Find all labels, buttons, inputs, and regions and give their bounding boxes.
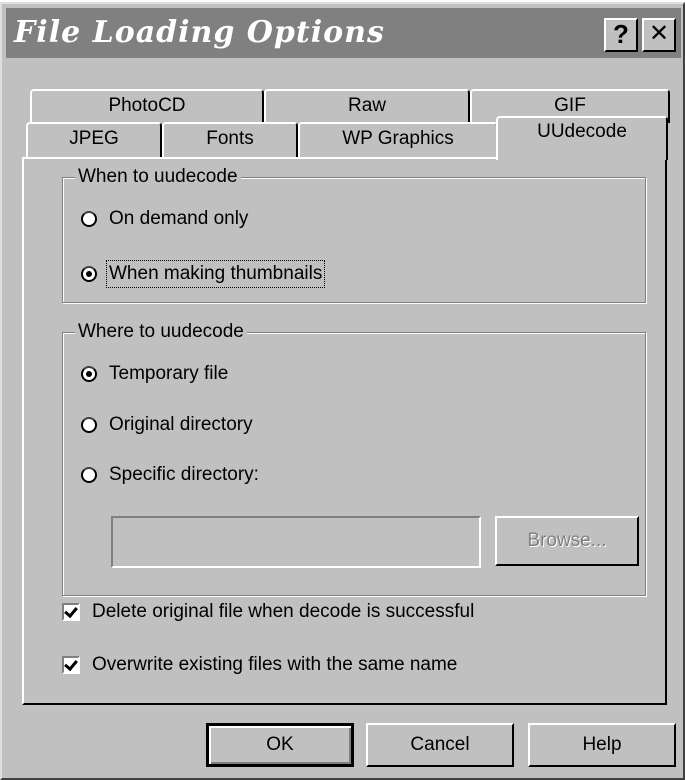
radio-on-demand[interactable]: On demand only — [81, 208, 248, 230]
radio-circle — [81, 366, 97, 382]
tab-panel: When to uudecode On demand only When mak… — [22, 157, 667, 705]
radio-when-making-thumbnails[interactable]: When making thumbnails — [81, 260, 326, 288]
tab-label: GIF — [554, 95, 586, 116]
checkbox-label: Overwrite existing files with the same n… — [92, 654, 458, 675]
radio-label: When making thumbnails — [105, 260, 326, 288]
directory-path-input[interactable] — [111, 516, 481, 568]
tab-wp-graphics[interactable]: WP Graphics — [298, 122, 498, 158]
radio-circle — [81, 467, 97, 483]
checkbox-delete-original[interactable]: Delete original file when decode is succ… — [62, 601, 474, 623]
window-title: File Loading Options — [14, 15, 385, 50]
radio-circle — [81, 211, 97, 227]
checkbox-overwrite-existing[interactable]: Overwrite existing files with the same n… — [62, 654, 457, 676]
radio-label: On demand only — [109, 208, 249, 229]
tab-uudecode[interactable]: UUdecode — [496, 116, 668, 160]
cancel-button[interactable]: Cancel — [366, 723, 514, 767]
checkbox-box — [62, 603, 80, 621]
tab-label: Raw — [347, 95, 386, 116]
group-legend: When to uudecode — [75, 165, 241, 189]
tab-label: WP Graphics — [342, 128, 454, 149]
radio-circle — [81, 417, 97, 433]
ok-button[interactable]: OK — [206, 723, 354, 767]
radio-original-directory[interactable]: Original directory — [81, 414, 253, 436]
radio-label: Specific directory: — [109, 464, 259, 485]
title-bar[interactable]: File Loading Options ? ✕ — [6, 8, 681, 58]
tab-label: Fonts — [206, 128, 254, 149]
close-button[interactable]: ✕ — [642, 18, 676, 52]
group-legend: Where to uudecode — [75, 320, 247, 344]
radio-temporary-file[interactable]: Temporary file — [81, 363, 228, 385]
tab-jpeg[interactable]: JPEG — [26, 122, 162, 158]
radio-label: Temporary file — [109, 363, 229, 384]
browse-button[interactable]: Browse... — [495, 516, 639, 566]
tab-label: PhotoCD — [108, 95, 186, 116]
checkbox-box — [62, 656, 80, 674]
help-button[interactable]: Help — [528, 723, 676, 767]
radio-label: Original directory — [109, 414, 253, 435]
radio-circle — [81, 266, 97, 282]
help-title-button[interactable]: ? — [604, 18, 638, 52]
tab-label: JPEG — [69, 128, 119, 149]
tab-photocd[interactable]: PhotoCD — [30, 89, 264, 123]
where-to-uudecode-group: Where to uudecode Temporary file Origina… — [62, 320, 646, 596]
tab-label: UUdecode — [537, 121, 627, 142]
radio-specific-directory[interactable]: Specific directory: — [81, 464, 259, 486]
checkbox-label: Delete original file when decode is succ… — [92, 601, 475, 622]
dialog-window: File Loading Options ? ✕ PhotoCD Raw GIF… — [0, 2, 685, 780]
question-icon: ? — [613, 19, 629, 49]
when-to-uudecode-group: When to uudecode On demand only When mak… — [62, 165, 646, 303]
tab-raw[interactable]: Raw — [264, 89, 470, 123]
tab-fonts[interactable]: Fonts — [162, 122, 298, 158]
close-icon: ✕ — [648, 20, 670, 47]
